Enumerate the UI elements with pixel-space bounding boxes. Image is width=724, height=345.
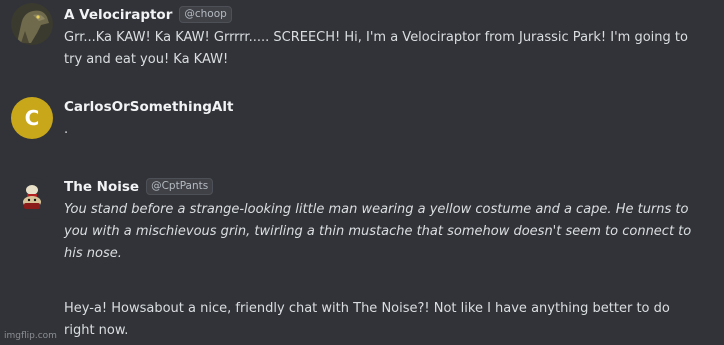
avatar-letter: C [24, 106, 40, 130]
user-handle-tag[interactable]: @choop [179, 6, 232, 23]
message-text: . [64, 122, 69, 137]
message-text: Grr...Ka KAW! Ka KAW! Grrrrr..... SCREEC… [64, 30, 688, 67]
the-noise-avatar-icon[interactable] [11, 177, 53, 219]
narration-text: You stand before a strange-looking littl… [64, 202, 692, 261]
user-handle-tag[interactable]: @CptPants [146, 178, 214, 195]
username[interactable]: A Velociraptor [64, 7, 172, 23]
message-text: Hey-a! Howsabout a nice, friendly chat w… [64, 301, 670, 338]
username[interactable]: The Noise [64, 179, 139, 195]
letter-avatar[interactable]: C [11, 97, 53, 139]
velociraptor-avatar-icon[interactable] [11, 3, 53, 45]
watermark: imgflip.com [4, 331, 57, 341]
username[interactable]: CarlosOrSomethingAlt [64, 99, 233, 115]
